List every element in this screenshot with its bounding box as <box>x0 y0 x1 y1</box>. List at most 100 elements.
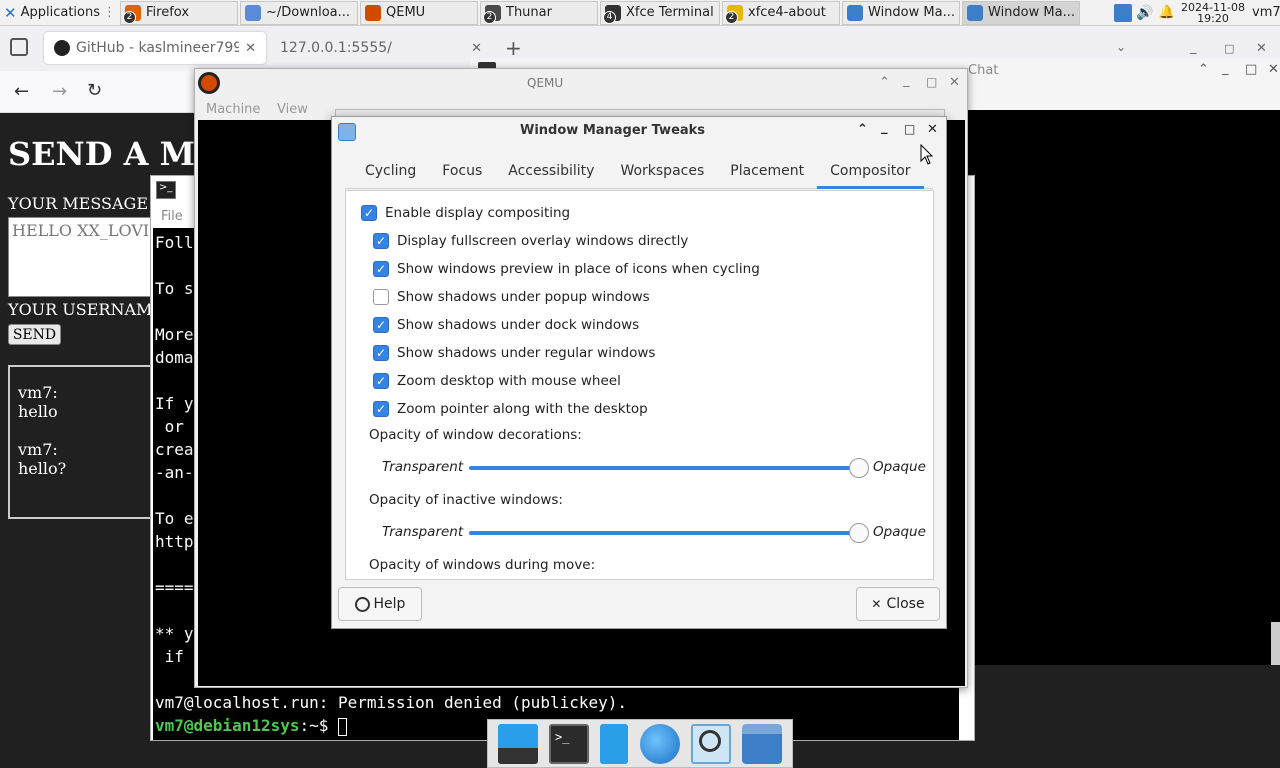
option-checkbox[interactable]: ✓ Display fullscreen overlay windows dire… <box>373 233 688 249</box>
back-icon[interactable]: ← <box>14 81 29 102</box>
clock[interactable]: 2024-11-08 19:20 <box>1178 1 1248 25</box>
new-tab-icon[interactable]: + <box>505 36 522 60</box>
taskbar-item[interactable]: QEMU <box>360 0 478 25</box>
minimize-icon[interactable]: _ <box>1222 61 1229 76</box>
checkbox-box: ✓ <box>373 317 389 333</box>
option-checkbox[interactable]: ✓ Show shadows under dock windows <box>373 317 639 333</box>
terminal-cursor <box>338 717 348 736</box>
qemu-logo-icon <box>198 72 220 94</box>
taskbar-item[interactable]: 2 xfce4-about <box>722 0 840 25</box>
option-checkbox[interactable]: ✓ Show windows preview in place of icons … <box>373 261 760 277</box>
taskbar-item-label: Xfce Terminal <box>626 5 714 20</box>
terminal-line: ** y <box>155 624 194 643</box>
shade-icon[interactable]: ⌃ <box>879 75 890 90</box>
volume-icon[interactable]: 🔊 <box>1134 1 1156 25</box>
opacity-decorations-slider[interactable] <box>469 466 861 470</box>
window-count-badge: 4 <box>603 10 616 24</box>
taskbar-item[interactable]: 2 Thunar <box>480 0 598 25</box>
terminal-line: If y <box>155 394 194 413</box>
chevron-down-icon[interactable]: ⌄ <box>1116 40 1126 54</box>
terminal-line: http <box>155 532 194 551</box>
shade-icon[interactable]: ⌃ <box>857 122 868 137</box>
maximize-icon[interactable]: □ <box>1245 62 1257 77</box>
taskbar-item-label: QEMU <box>386 5 426 20</box>
close-icon[interactable]: ✕ <box>1268 62 1279 77</box>
tab-close-icon[interactable]: ✕ <box>245 41 256 56</box>
tab-cycling[interactable]: Cycling <box>345 153 429 188</box>
tab-accessibility[interactable]: Accessibility <box>495 153 607 188</box>
background-window-body <box>965 110 1280 665</box>
opacity-decorations-label: Opacity of window decorations: <box>369 427 582 443</box>
taskbar-item[interactable]: 4 Xfce Terminal <box>600 0 720 25</box>
close-icon[interactable]: ✕ <box>1256 41 1267 56</box>
notification-bell-icon[interactable]: 🔔 <box>1156 1 1178 25</box>
applications-menu[interactable]: ✕ Applications ⋮ <box>0 1 120 25</box>
close-icon[interactable]: ✕ <box>949 75 960 90</box>
tab-local[interactable]: 127.0.0.1:5555/ ✕ <box>270 32 492 64</box>
terminal-launcher-icon[interactable]: >_ <box>548 723 589 764</box>
web-browser-icon[interactable] <box>639 723 680 764</box>
minimize-icon[interactable]: _ <box>881 120 888 135</box>
message-textarea[interactable]: HELLO XX_LOVI <box>8 217 158 297</box>
tab-github[interactable]: GitHub - kaslmineer799 ✕ <box>44 32 266 64</box>
clock-time: 19:20 <box>1197 11 1229 25</box>
option-checkbox[interactable]: Show shadows under popup windows <box>373 289 650 305</box>
checkbox-box <box>373 289 389 305</box>
opaque-label: Opaque <box>873 524 926 540</box>
user-menu[interactable]: vm7 <box>1248 1 1280 25</box>
taskbar-item-label: Firefox <box>146 5 190 20</box>
app-icon <box>967 4 983 21</box>
opacity-inactive-slider[interactable] <box>469 531 861 535</box>
tab-close-icon[interactable]: ✕ <box>471 41 482 56</box>
tab-local-label: 127.0.0.1:5555/ <box>280 40 392 56</box>
tab-focus[interactable]: Focus <box>429 153 495 188</box>
show-desktop-icon[interactable] <box>497 723 538 764</box>
reload-icon[interactable]: ↻ <box>87 80 102 101</box>
option-checkbox[interactable]: ✓ Zoom pointer along with the desktop <box>373 401 648 417</box>
background-window-title: Chat <box>968 63 999 78</box>
taskbar-item[interactable]: Window Ma... <box>842 0 960 25</box>
tab-compositor[interactable]: Compositor <box>817 153 924 189</box>
close-icon[interactable]: ✕ <box>927 122 938 137</box>
send-button[interactable]: SEND <box>8 324 61 345</box>
top-panel: ✕ Applications ⋮ 2 Firefox ~/Downloa... QEM… <box>0 0 1280 26</box>
opacity-inactive-label: Opacity of inactive windows: <box>369 492 563 508</box>
username-label: YOUR USERNAM <box>8 300 153 319</box>
help-label: Help <box>373 596 406 612</box>
prompt-user: vm7@debian12sys <box>155 716 300 735</box>
chat-line: vm7: <box>18 440 58 459</box>
app-finder-icon[interactable] <box>690 723 731 764</box>
tab-placement[interactable]: Placement <box>717 153 817 188</box>
terminal-line: To s <box>155 279 194 298</box>
taskbar-item[interactable]: 2 Firefox <box>120 0 238 25</box>
maximize-icon[interactable]: □ <box>904 122 915 136</box>
firefox-view-icon[interactable] <box>10 38 28 56</box>
help-button[interactable]: Help <box>338 587 422 621</box>
web-page: SEND A M YOUR MESSAGE HELLO XX_LOVI YOUR… <box>0 113 195 768</box>
taskbar-item[interactable]: Window Ma... <box>962 0 1080 25</box>
close-icon: ✕ <box>871 597 882 611</box>
dock: >_ <box>487 719 793 768</box>
menu-view[interactable]: View <box>277 102 308 117</box>
close-button[interactable]: ✕ Close <box>856 587 940 621</box>
minimize-icon[interactable]: ⌃ <box>1198 62 1209 77</box>
option-checkbox[interactable]: ✓ Zoom desktop with mouse wheel <box>373 373 621 389</box>
network-icon[interactable] <box>1112 1 1134 25</box>
enable-compositing-checkbox[interactable]: ✓ Enable display compositing <box>361 205 570 221</box>
minimize-icon[interactable]: _ <box>1190 40 1197 55</box>
minimize-icon[interactable]: _ <box>903 73 910 88</box>
file-manager-launcher-icon[interactable] <box>600 723 629 764</box>
opacity-inactive-handle[interactable] <box>849 523 869 543</box>
taskbar-item[interactable]: ~/Downloa... <box>240 0 358 25</box>
maximize-icon[interactable]: □ <box>1224 42 1234 55</box>
maximize-icon[interactable]: □ <box>926 75 937 89</box>
option-checkbox[interactable]: ✓ Show shadows under regular windows <box>373 345 655 361</box>
folder-icon[interactable] <box>742 723 783 764</box>
menu-file[interactable]: File <box>161 209 183 224</box>
tab-workspaces[interactable]: Workspaces <box>607 153 717 188</box>
opacity-decorations-handle[interactable] <box>849 458 869 478</box>
app-icon <box>847 4 863 21</box>
forward-icon[interactable]: → <box>52 81 67 102</box>
scrollbar[interactable] <box>1271 622 1280 665</box>
menu-machine[interactable]: Machine <box>206 102 260 117</box>
